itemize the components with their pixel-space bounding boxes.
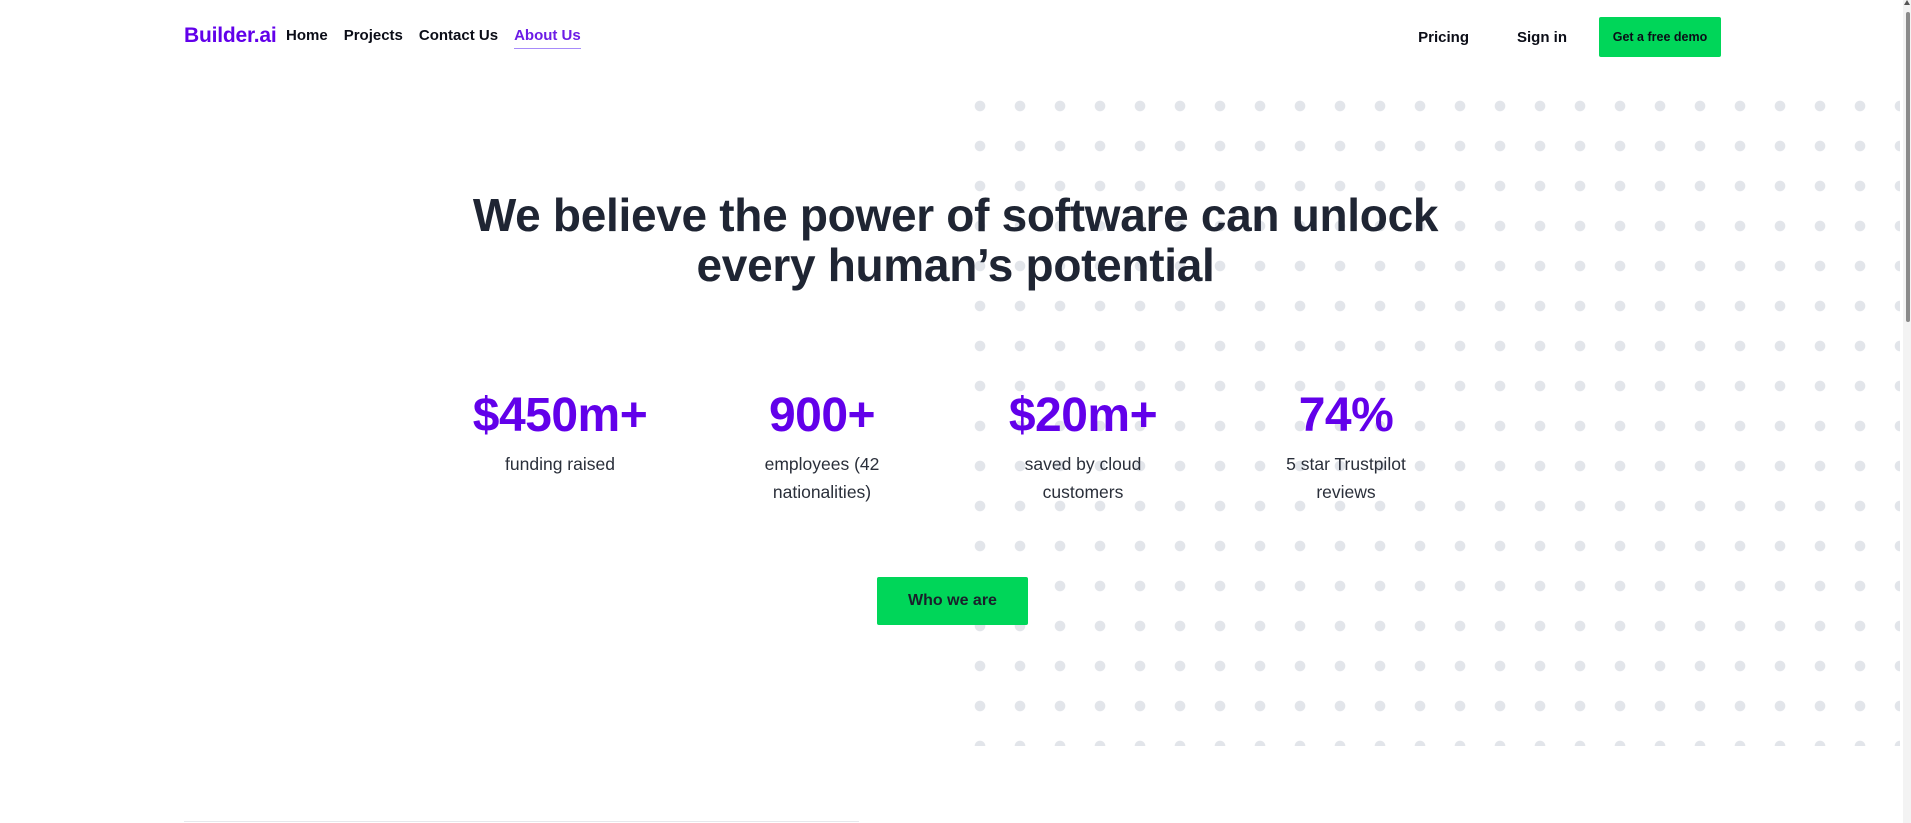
hero-heading-line-1: We believe the power of software can unl… xyxy=(472,189,1439,241)
scroll-up-arrow-icon[interactable] xyxy=(1904,0,1910,5)
stat-trustpilot: 74% 5 star Trustpilot reviews xyxy=(1236,388,1456,506)
hero-heading-line-2: every human’s potential xyxy=(696,239,1215,291)
get-free-demo-button[interactable]: Get a free demo xyxy=(1599,17,1721,57)
stat-value: $20m+ xyxy=(1008,389,1158,442)
top-navbar: Builder.ai Home Projects Contact Us Abou… xyxy=(0,0,1911,74)
who-we-are-button[interactable]: Who we are xyxy=(877,577,1028,625)
stat-funding: $450m+ funding raised xyxy=(450,388,670,478)
stat-cloud-savings: $20m+ saved by cloud customers xyxy=(973,388,1193,506)
scrollbar-thumb[interactable] xyxy=(1906,12,1910,322)
pricing-link[interactable]: Pricing xyxy=(1418,29,1469,46)
nav-link-home[interactable]: Home xyxy=(286,27,328,49)
sign-in-link[interactable]: Sign in xyxy=(1517,29,1567,46)
stat-label: funding raised xyxy=(505,454,615,474)
nav-actions: Pricing Sign in Get a free demo xyxy=(1418,17,1721,57)
about-page: Builder.ai Home Projects Contact Us Abou… xyxy=(0,0,1911,823)
stat-label: 5 star Trustpilot reviews xyxy=(1286,454,1406,502)
stat-employees: 900+ employees (42 nationalities) xyxy=(712,388,932,506)
stat-label: employees (42 nationalities) xyxy=(764,454,880,502)
stat-value: 74% xyxy=(1298,389,1394,442)
page-scrollbar[interactable] xyxy=(1903,0,1911,823)
main-nav: Home Projects Contact Us About Us xyxy=(286,27,581,49)
hero-heading: We believe the power of software can unl… xyxy=(0,190,1911,290)
stat-label: saved by cloud customers xyxy=(1024,454,1142,502)
builder-logo[interactable]: Builder.ai xyxy=(184,24,277,48)
stat-value: 900+ xyxy=(768,389,876,442)
nav-link-contact-us[interactable]: Contact Us xyxy=(419,27,498,49)
nav-link-projects[interactable]: Projects xyxy=(344,27,403,49)
nav-link-about-us[interactable]: About Us xyxy=(514,27,581,49)
section-divider xyxy=(184,821,859,822)
stat-value: $450m+ xyxy=(472,389,648,442)
